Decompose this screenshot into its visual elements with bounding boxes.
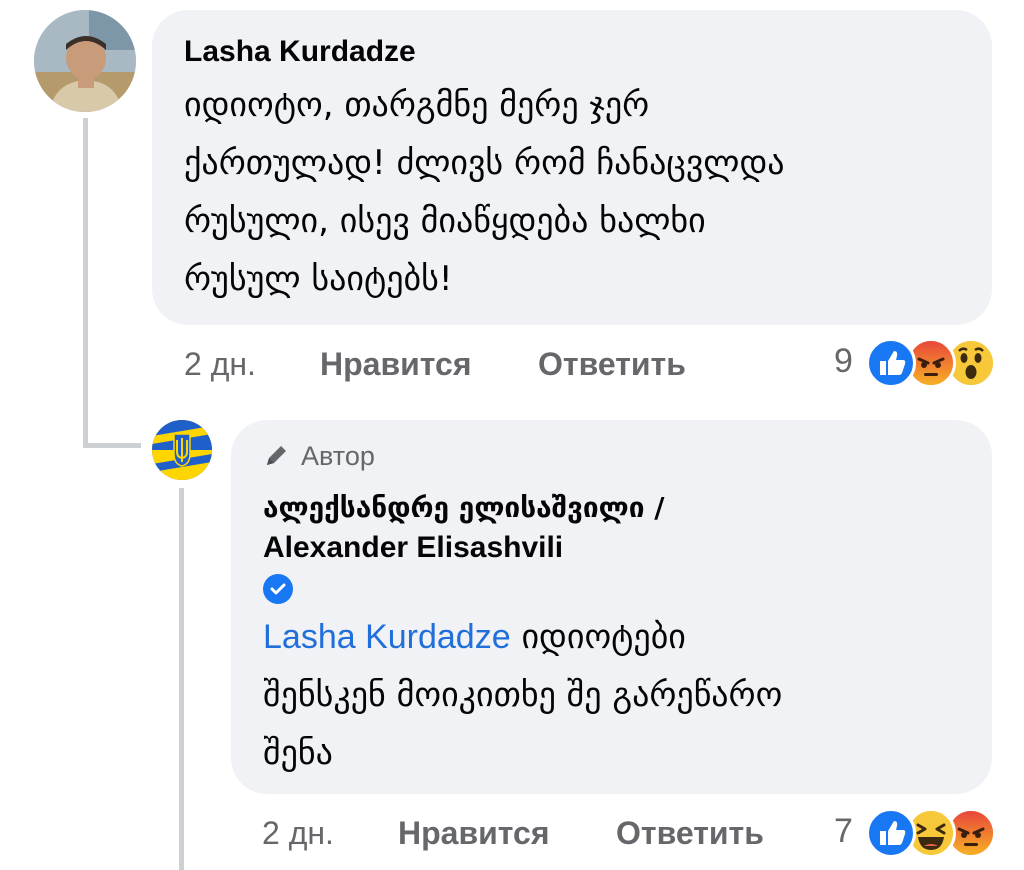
author-badge: Автор xyxy=(263,438,960,474)
reply-reaction-count: 7 xyxy=(834,812,853,850)
mention-link[interactable]: Lasha Kurdadze xyxy=(263,618,511,656)
reply-reactions[interactable]: 7 xyxy=(834,806,996,858)
comment-text-line: იდიოტო, თარგმნე მერე ჯერ xyxy=(184,85,650,125)
reply-bubble: Автор ალექსანდრე ელისაშვილი / Alexander … xyxy=(231,420,992,794)
pencil-icon xyxy=(267,446,286,465)
comment-reactions[interactable]: 9 xyxy=(834,336,996,388)
verified-badge-icon xyxy=(263,574,293,604)
reply-author[interactable]: ალექსანდრე ელისაშვილი / Alexander Elisas… xyxy=(263,488,960,568)
comment-timestamp[interactable]: 2 дн. xyxy=(184,346,256,383)
like-icon xyxy=(866,808,916,858)
reaction-count: 9 xyxy=(834,342,853,380)
avatar-lasha-kurdadze[interactable] xyxy=(34,10,136,112)
avatar-photo xyxy=(34,10,136,112)
avatar-alexander-elisashvili[interactable] xyxy=(152,420,212,480)
comment-author[interactable]: Lasha Kurdadze xyxy=(184,34,960,70)
reply-like-button[interactable]: Нравится xyxy=(398,815,550,852)
reply-button[interactable]: Ответить xyxy=(538,346,686,383)
reply-text-line: Lasha Kurdadze იდიოტები xyxy=(263,608,960,666)
like-button[interactable]: Нравится xyxy=(320,346,472,383)
comment-text-line: რუსული, ისევ მიაწყდება ხალხი xyxy=(184,201,706,241)
reply-text-line: შენსკენ მოიკითხე შე გარეწარო xyxy=(263,675,783,715)
reply-author-georgian: ალექსანდრე ელისაშვილი / xyxy=(263,491,665,524)
reply-text-rest: იდიოტები xyxy=(510,617,686,657)
author-badge-label: Автор xyxy=(301,440,375,471)
ukraine-trident-avatar xyxy=(152,420,212,480)
comment-actions: 2 дн. Нравится Ответить xyxy=(184,346,784,386)
reply-author-latin: Alexander Elisashvili xyxy=(263,531,564,564)
thread-line-reply xyxy=(179,488,184,870)
thread-line-main xyxy=(83,118,88,448)
comment-text-line: ქართულად! ძლივს რომ ჩანაცვლდა xyxy=(184,143,785,183)
reply-timestamp[interactable]: 2 дн. xyxy=(262,815,334,852)
reply-text-line: შენა xyxy=(263,733,333,773)
comment-text-line: რუსულ საიტებს! xyxy=(184,259,453,299)
reply-reply-button[interactable]: Ответить xyxy=(616,815,764,852)
comment-bubble: Lasha Kurdadze იდიოტო, თარგმნე მერე ჯერ … xyxy=(152,10,992,325)
thread-line-branch xyxy=(83,443,141,448)
reply-actions: 2 дн. Нравится Ответить xyxy=(262,815,822,855)
like-icon xyxy=(866,338,916,388)
